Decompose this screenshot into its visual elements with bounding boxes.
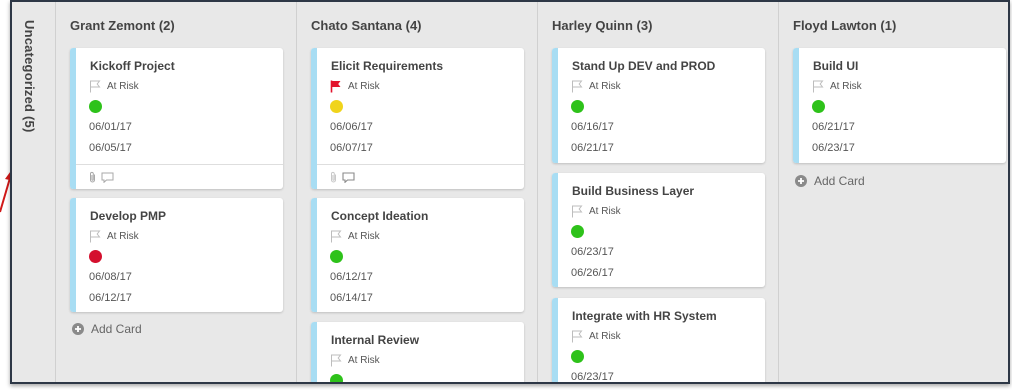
flag-icon <box>90 230 101 243</box>
add-card-label: Add Card <box>814 174 865 188</box>
start-date: 06/23/17 <box>571 246 614 258</box>
status-red-dot <box>89 250 102 263</box>
card-title: Build UI <box>813 59 859 73</box>
add-card-button[interactable]: Add Card <box>72 322 142 336</box>
card-concept-ideation[interactable]: Concept Ideation At Risk 06/12/17 06/14/… <box>311 198 524 312</box>
flag-icon <box>572 330 583 343</box>
kanban-board: Uncategorized (5) Grant Zemont (2) Kicko… <box>10 0 1010 384</box>
add-card-button[interactable]: Add Card <box>795 174 865 188</box>
column-floyd-lawton: Floyd Lawton (1) Build UI At Risk 06/21/… <box>779 2 1008 382</box>
end-date: 06/07/17 <box>330 142 373 154</box>
risk-label: At Risk <box>589 331 621 342</box>
column-title: Chato Santana (4) <box>311 18 422 33</box>
card-title: Stand Up DEV and PROD <box>572 59 716 73</box>
card-footer <box>317 164 524 189</box>
risk-label: At Risk <box>107 231 139 242</box>
start-date: 06/06/17 <box>330 121 373 133</box>
risk-indicator[interactable]: At Risk <box>812 80 862 93</box>
start-date: 06/12/17 <box>330 271 373 283</box>
column-chato-santana: Chato Santana (4) Elicit Requirements At… <box>297 2 538 382</box>
status-yellow-dot <box>330 100 343 113</box>
flag-icon <box>572 80 583 93</box>
end-date: 06/26/17 <box>571 267 614 279</box>
risk-label: At Risk <box>348 355 380 366</box>
status-green-dot <box>812 100 825 113</box>
flag-icon <box>572 205 583 218</box>
start-date: 06/21/17 <box>812 121 855 133</box>
column-harley-quinn: Harley Quinn (3) Stand Up DEV and PROD A… <box>538 2 779 382</box>
start-date: 06/08/17 <box>89 271 132 283</box>
risk-indicator[interactable]: At Risk <box>330 230 380 243</box>
comment-icon[interactable] <box>342 172 355 183</box>
card-title: Kickoff Project <box>90 59 175 73</box>
card-kickoff-project[interactable]: Kickoff Project At Risk 06/01/17 06/05/1… <box>70 48 283 189</box>
plus-circle-icon <box>795 175 807 187</box>
risk-indicator[interactable]: At Risk <box>571 205 621 218</box>
status-green-dot <box>89 100 102 113</box>
card-build-ui[interactable]: Build UI At Risk 06/21/17 06/23/17 <box>793 48 1006 163</box>
card-title: Concept Ideation <box>331 209 429 223</box>
card-title: Build Business Layer <box>572 184 695 198</box>
paperclip-icon[interactable] <box>88 171 98 184</box>
card-title: Internal Review <box>331 333 420 347</box>
add-card-label: Add Card <box>91 322 142 336</box>
card-internal-review[interactable]: Internal Review At Risk <box>311 322 524 382</box>
card-develop-pmp[interactable]: Develop PMP At Risk 06/08/17 06/12/17 <box>70 198 283 312</box>
risk-label: At Risk <box>589 81 621 92</box>
status-green-dot <box>330 250 343 263</box>
risk-label: At Risk <box>348 81 380 92</box>
column-title: Harley Quinn (3) <box>552 18 653 33</box>
end-date: 06/21/17 <box>571 142 614 154</box>
flag-icon <box>331 354 342 367</box>
status-green-dot <box>330 374 343 382</box>
end-date: 06/23/17 <box>812 142 855 154</box>
card-build-business-layer[interactable]: Build Business Layer At Risk 06/23/17 06… <box>552 173 765 287</box>
risk-indicator[interactable]: At Risk <box>330 354 380 367</box>
risk-indicator[interactable]: At Risk <box>89 230 139 243</box>
red-flag-icon <box>330 80 341 93</box>
uncategorized-lane-label: Uncategorized (5) <box>22 20 37 133</box>
status-green-dot <box>571 225 584 238</box>
end-date: 06/05/17 <box>89 142 132 154</box>
flag-icon <box>813 80 824 93</box>
plus-circle-icon <box>72 323 84 335</box>
flag-icon <box>331 230 342 243</box>
card-footer <box>76 164 283 189</box>
card-title: Develop PMP <box>90 209 167 223</box>
risk-label: At Risk <box>830 81 862 92</box>
risk-label: At Risk <box>107 81 139 92</box>
card-elicit-requirements[interactable]: Elicit Requirements At Risk 06/06/17 06/… <box>311 48 524 189</box>
flag-icon <box>90 80 101 93</box>
start-date: 06/01/17 <box>89 121 132 133</box>
uncategorized-lane[interactable]: Uncategorized (5) <box>12 2 56 382</box>
column-title: Floyd Lawton (1) <box>793 18 897 33</box>
column-title: Grant Zemont (2) <box>70 18 175 33</box>
status-green-dot <box>571 350 584 363</box>
risk-indicator[interactable]: At Risk <box>571 330 621 343</box>
card-title: Integrate with HR System <box>572 309 717 323</box>
column-grant-zemont: Grant Zemont (2) Kickoff Project At Risk… <box>56 2 297 382</box>
status-green-dot <box>571 100 584 113</box>
paperclip-icon[interactable] <box>329 171 339 184</box>
risk-indicator[interactable]: At Risk <box>571 80 621 93</box>
comment-icon[interactable] <box>101 172 114 183</box>
end-date: 06/12/17 <box>89 292 132 304</box>
card-integrate-with-hr-system[interactable]: Integrate with HR System At Risk 06/23/1… <box>552 298 765 383</box>
risk-label: At Risk <box>589 206 621 217</box>
card-stand-up-dev-and-prod[interactable]: Stand Up DEV and PROD At Risk 06/16/17 0… <box>552 48 765 163</box>
risk-indicator[interactable]: At Risk <box>89 80 139 93</box>
risk-label: At Risk <box>348 231 380 242</box>
end-date: 06/14/17 <box>330 292 373 304</box>
start-date: 06/16/17 <box>571 121 614 133</box>
risk-indicator[interactable]: At Risk <box>330 80 380 93</box>
card-title: Elicit Requirements <box>331 59 444 73</box>
start-date: 06/23/17 <box>571 371 614 383</box>
